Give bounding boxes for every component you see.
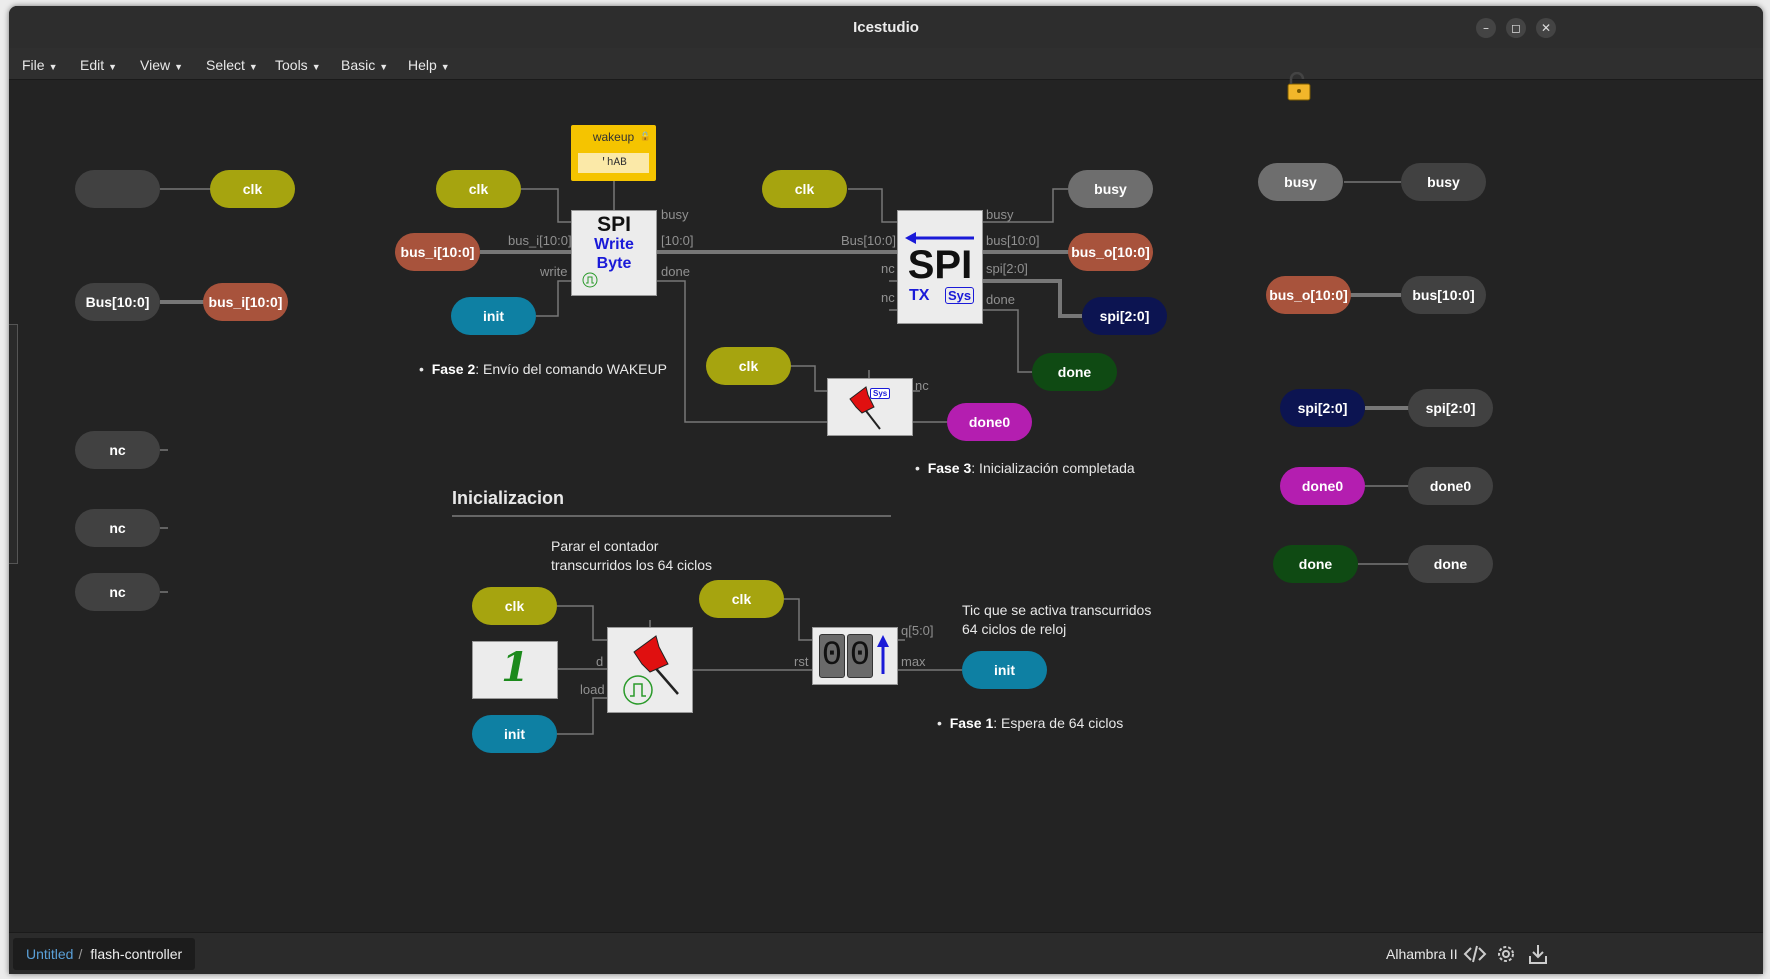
wires <box>160 181 1409 735</box>
port-done: done <box>661 264 690 279</box>
done-input-right[interactable]: done <box>1273 545 1358 583</box>
bus-i-label-pill[interactable]: bus_i[10:0] <box>203 283 288 321</box>
clk-label-pill[interactable]: clk <box>210 170 295 208</box>
nc-pill-3[interactable]: nc <box>75 573 160 611</box>
arrow-up-icon <box>877 635 889 674</box>
tic-line-2: 64 ciclos de reloj <box>962 621 1067 637</box>
port-nc-done: nc <box>915 378 929 393</box>
done0-pill[interactable]: done0 <box>947 403 1032 441</box>
sys-pin-block[interactable]: Sys <box>827 378 913 436</box>
breadcrumb: Untitled / flash-controller <box>13 938 196 970</box>
sys-badge-small: Sys <box>870 388 891 399</box>
app-window: Icestudio – ◻ ✕ File ▼ Edit ▼ View ▼ Select… <box>9 6 1763 974</box>
port-load: load <box>580 682 605 697</box>
clk-pill-init[interactable]: clk <box>472 587 557 625</box>
clk-pill-tx[interactable]: clk <box>762 170 847 208</box>
init-pill-write[interactable]: init <box>451 297 536 335</box>
one-digit: 1 <box>501 644 529 691</box>
port-busy-tx: busy <box>986 207 1014 222</box>
port-done-tx: done <box>986 292 1015 307</box>
counter-digit-1: 0 <box>819 634 845 678</box>
nc-pill-2[interactable]: nc <box>75 509 160 547</box>
port-busy: busy <box>661 207 689 222</box>
block-title-write: Write <box>594 236 634 253</box>
bus-o-pill-tx[interactable]: bus_o[10:0] <box>1068 233 1153 271</box>
bus-input-pill[interactable]: Bus[10:0] <box>75 283 160 321</box>
block-title-spi-big: SPI <box>907 243 973 287</box>
section-title: Inicializacion <box>452 488 565 508</box>
port-nc-2: nc <box>881 290 895 305</box>
spi-output-right[interactable]: spi[2:0] <box>1408 389 1493 427</box>
port-nc-1: nc <box>881 261 895 276</box>
done-output-right[interactable]: done <box>1408 545 1493 583</box>
clk-pill-write[interactable]: clk <box>436 170 521 208</box>
port-bus-out-tx: bus[10:0] <box>986 233 1040 248</box>
fase2-text: : Envío del comando WAKEUP <box>475 361 667 377</box>
const-one-block[interactable]: 1 <box>472 641 558 699</box>
pulse-icon <box>623 675 653 705</box>
port-bus-i: bus_i[10:0] <box>508 233 572 248</box>
block-title-tx: TX <box>909 287 930 304</box>
done0-output-right[interactable]: done0 <box>1408 467 1493 505</box>
done-pill-tx[interactable]: done <box>1032 353 1117 391</box>
status-bar: Untitled / flash-controller Alhambra II <box>9 932 1763 974</box>
board-name[interactable]: Alhambra II <box>1386 946 1458 962</box>
parar-line-2: transcurridos los 64 ciclos <box>551 557 713 573</box>
bus-o-input-right[interactable]: bus_o[10:0] <box>1266 276 1351 314</box>
block-title-spi: SPI <box>597 213 631 236</box>
spi-write-byte-block[interactable]: SPI Write Byte <box>571 210 657 296</box>
gear-icon[interactable] <box>1494 942 1518 966</box>
fase1-text: : Espera de 64 ciclos <box>993 715 1124 731</box>
wakeup-value: 'hAB <box>578 153 649 173</box>
fase3-text: : Inicialización completada <box>971 460 1135 476</box>
pin-reg-block[interactable] <box>607 627 693 713</box>
fase2-note: • Fase 2: Envío del comando WAKEUP <box>419 361 667 377</box>
counter-block[interactable]: 0 0 <box>812 627 898 685</box>
fase2-bold: Fase 2 <box>431 361 476 377</box>
parar-line-1: Parar el contador <box>551 538 659 554</box>
port-bus-out: [10:0] <box>661 233 694 248</box>
side-panel-handle[interactable] <box>9 324 18 564</box>
pulse-icon <box>582 272 598 288</box>
fase3-bold: Fase 3 <box>927 460 972 476</box>
spi-input-right[interactable]: spi[2:0] <box>1280 389 1365 427</box>
clk-pill-counter[interactable]: clk <box>699 580 784 618</box>
busy-output-right[interactable]: busy <box>1401 163 1486 201</box>
port-max: max <box>901 654 926 669</box>
bus-i-pill-write[interactable]: bus_i[10:0] <box>395 233 480 271</box>
download-icon[interactable] <box>1526 942 1550 966</box>
counter-digit-2: 0 <box>847 634 873 678</box>
busy-pill-tx[interactable]: busy <box>1068 170 1153 208</box>
lock-icon: 🔒 <box>639 131 651 141</box>
empty-input-pill[interactable] <box>75 170 160 208</box>
port-d: d <box>596 654 604 669</box>
port-bus-in-tx: Bus[10:0] <box>841 233 896 248</box>
spi-pill-tx[interactable]: spi[2:0] <box>1082 297 1167 335</box>
port-rst: rst <box>794 654 809 669</box>
busy-input-right[interactable]: busy <box>1258 163 1343 201</box>
init-pill-counter[interactable]: init <box>962 651 1047 689</box>
port-q: q[5:0] <box>901 623 934 638</box>
nc-pill-1[interactable]: nc <box>75 431 160 469</box>
wakeup-constant-block[interactable]: wakeup 🔒 'hAB <box>571 125 656 181</box>
init-pill-init[interactable]: init <box>472 715 557 753</box>
sys-badge: Sys <box>945 287 975 304</box>
port-write: write <box>540 264 568 279</box>
fase3-note: • Fase 3: Inicialización completada <box>915 460 1135 476</box>
done0-input-right[interactable]: done0 <box>1280 467 1365 505</box>
fase1-bold: Fase 1 <box>949 715 994 731</box>
breadcrumb-separator: / <box>78 946 83 962</box>
clk-pill-done[interactable]: clk <box>706 347 791 385</box>
block-title-byte: Byte <box>596 255 632 272</box>
bus-output-right[interactable]: bus[10:0] <box>1401 276 1486 314</box>
fase1-note: • Fase 1: Espera de 64 ciclos <box>937 715 1124 731</box>
lock-open-icon[interactable] <box>1282 72 1314 102</box>
code-icon[interactable] <box>1463 942 1487 966</box>
spi-tx-block[interactable]: SPI TX Sys <box>897 210 983 324</box>
port-spi: spi[2:0] <box>986 261 1028 276</box>
tic-line-1: Tic que se activa transcurridos <box>962 602 1152 618</box>
breadcrumb-current: flash-controller <box>90 946 183 962</box>
design-canvas[interactable]: clk Bus[10:0] bus_i[10:0] nc nc nc wakeu… <box>9 72 1763 932</box>
breadcrumb-root[interactable]: Untitled <box>26 946 73 962</box>
